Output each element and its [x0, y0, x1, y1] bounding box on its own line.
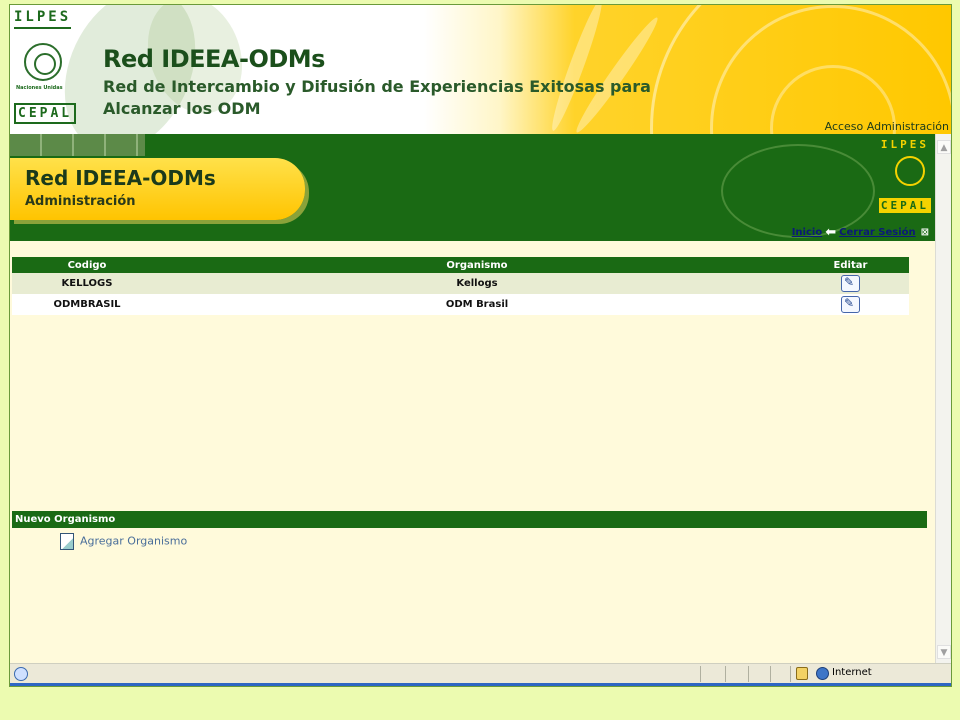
- nav-links: Inicio ⬅ Cerrar Sesión ⊠: [792, 225, 929, 240]
- institution-logo[interactable]: ILPES Naciones Unidas CEPAL: [10, 5, 80, 134]
- browser-window: ILPES Naciones Unidas CEPAL Red IDEEA-OD…: [9, 4, 952, 687]
- organization-table: Codigo Organismo Editar KELLOGS Kellogs …: [12, 257, 909, 315]
- status-divider: [700, 666, 701, 682]
- add-organization-label: Agregar Organismo: [80, 534, 188, 548]
- un-emblem-icon: [24, 43, 62, 81]
- tab-strip-decoration: [10, 134, 145, 156]
- access-admin-link[interactable]: Acceso Administración: [825, 120, 949, 133]
- row-code: KELLOGS: [12, 273, 162, 294]
- admin-title: Red IDEEA-ODMs: [25, 166, 216, 190]
- lock-icon: [796, 667, 808, 680]
- edit-icon[interactable]: [841, 275, 860, 292]
- new-organization-header: Nuevo Organismo: [12, 511, 927, 528]
- status-divider: [770, 666, 771, 682]
- add-organization-link[interactable]: Agregar Organismo: [60, 533, 187, 550]
- band-cepal-logo: CEPAL: [878, 198, 931, 213]
- admin-subtitle: Administración: [25, 194, 136, 209]
- status-divider: [725, 666, 726, 682]
- table-row: KELLOGS Kellogs: [12, 273, 909, 294]
- admin-header: Red IDEEA-ODMs Administración ILPES CEPA…: [10, 134, 935, 241]
- scroll-down-icon[interactable]: ▼: [937, 645, 951, 659]
- edit-icon[interactable]: [841, 296, 860, 313]
- table-header-row: Codigo Organismo Editar: [12, 257, 909, 273]
- status-divider: [790, 666, 791, 682]
- close-box-icon[interactable]: ⊠: [921, 227, 929, 238]
- admin-title-panel: Red IDEEA-ODMs Administración: [10, 158, 305, 220]
- band-un-emblem-icon: [895, 156, 925, 186]
- status-bar: Internet: [10, 663, 951, 684]
- internet-zone-icon: [816, 667, 829, 680]
- band-ilpes-logo: ILPES: [880, 138, 929, 151]
- document-icon: [60, 533, 74, 550]
- vertical-scrollbar[interactable]: ▲ ▼: [935, 134, 951, 663]
- back-arrow-icon: ⬅: [825, 225, 837, 240]
- row-org: Kellogs: [162, 273, 792, 294]
- site-title: Red IDEEA-ODMs: [103, 45, 325, 73]
- column-header-code: Codigo: [12, 257, 162, 273]
- page-status-icon: [14, 667, 28, 681]
- column-header-org: Organismo: [162, 257, 792, 273]
- un-caption: Naciones Unidas: [16, 85, 63, 91]
- status-divider: [748, 666, 749, 682]
- zone-label: Internet: [832, 667, 872, 678]
- row-edit-cell: [792, 273, 909, 294]
- site-subtitle-line1: Red de Intercambio y Difusión de Experie…: [103, 77, 651, 96]
- row-edit-cell: [792, 294, 909, 315]
- home-link[interactable]: Inicio: [792, 227, 823, 238]
- site-banner: ILPES Naciones Unidas CEPAL Red IDEEA-OD…: [10, 5, 951, 134]
- main-content: Codigo Organismo Editar KELLOGS Kellogs …: [10, 241, 935, 663]
- ilpes-logo-text: ILPES: [14, 9, 72, 29]
- row-org: ODM Brasil: [162, 294, 792, 315]
- banner-stalk-decoration: [546, 5, 608, 134]
- row-code: ODMBRASIL: [12, 294, 162, 315]
- site-subtitle-line2: Alcanzar los ODM: [103, 99, 261, 118]
- column-header-edit: Editar: [792, 257, 909, 273]
- scroll-up-icon[interactable]: ▲: [937, 140, 951, 154]
- band-globe-decoration: [721, 144, 875, 238]
- taskbar-edge: [10, 683, 951, 686]
- access-row: Acceso Administración: [10, 120, 951, 134]
- logout-link[interactable]: Cerrar Sesión: [839, 227, 916, 238]
- table-row: ODMBRASIL ODM Brasil: [12, 294, 909, 315]
